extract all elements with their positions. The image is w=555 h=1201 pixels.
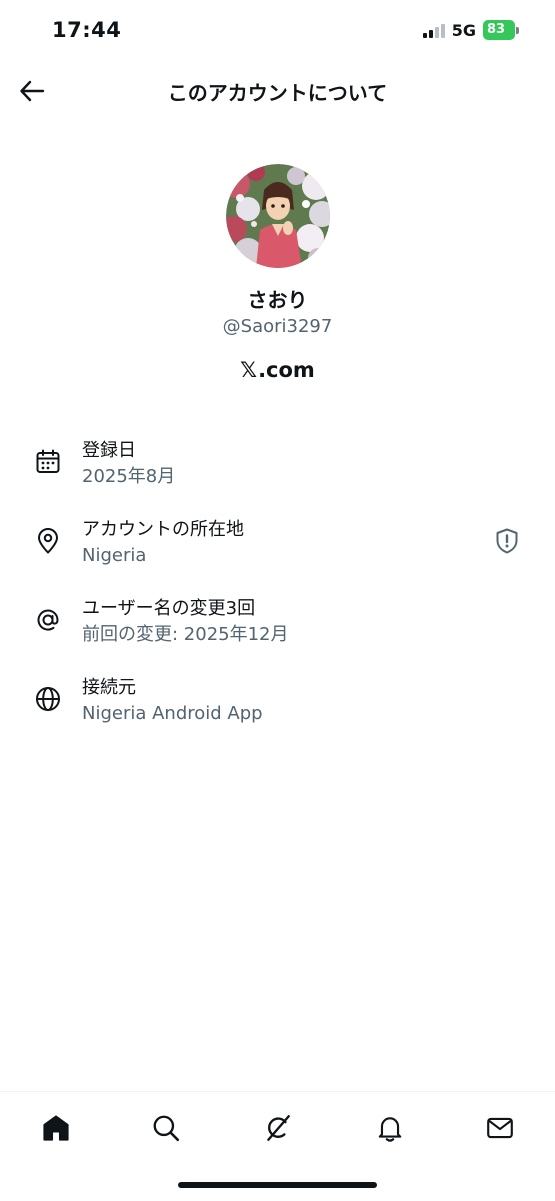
joined-value: 2025年8月 bbox=[82, 466, 176, 487]
info-row-connected-via: 接続元 Nigeria Android App bbox=[0, 673, 555, 752]
info-row-username-changes: ユーザー名の変更3回 前回の変更: 2025年12月 bbox=[0, 594, 555, 673]
home-icon bbox=[43, 1115, 69, 1141]
status-time: 17:44 bbox=[52, 18, 122, 42]
x-logo: 𝕏 bbox=[240, 358, 258, 382]
avatar[interactable] bbox=[225, 164, 330, 268]
site-label: 𝕏 .com bbox=[0, 356, 555, 384]
user-handle: @Saori3297 bbox=[222, 316, 333, 337]
battery-tip bbox=[516, 26, 519, 34]
tab-home[interactable] bbox=[38, 1110, 74, 1146]
joined-label: 登録日 bbox=[82, 440, 136, 461]
calendar-icon bbox=[36, 449, 60, 473]
shield-alert-icon[interactable] bbox=[493, 527, 521, 555]
status-indicators: 5G 83 bbox=[422, 20, 519, 40]
cellular-signal-icon bbox=[422, 22, 445, 38]
tab-notifications[interactable] bbox=[372, 1110, 408, 1146]
tab-grok[interactable] bbox=[260, 1110, 296, 1146]
tab-messages[interactable] bbox=[482, 1110, 518, 1146]
display-name: さおり bbox=[247, 288, 308, 312]
location-label: アカウントの所在地 bbox=[82, 519, 244, 540]
top-bar: このアカウントについて bbox=[0, 62, 555, 118]
connected-via-label: 接続元 bbox=[82, 677, 136, 698]
messages-icon bbox=[487, 1117, 513, 1139]
username-changes-label: ユーザー名の変更3回 bbox=[82, 598, 256, 619]
account-info-list: 登録日 2025年8月 アカウントの所在地 Nigeria ユーザー名の変更3回… bbox=[0, 436, 555, 752]
network-type: 5G bbox=[451, 20, 476, 40]
tab-search[interactable] bbox=[148, 1110, 184, 1146]
location-value: Nigeria bbox=[82, 545, 147, 566]
globe-icon bbox=[36, 687, 60, 711]
notifications-icon bbox=[378, 1117, 402, 1142]
page-title: このアカウントについて bbox=[167, 81, 388, 105]
grok-icon bbox=[267, 1115, 290, 1141]
avatar-image bbox=[225, 164, 330, 268]
home-indicator[interactable] bbox=[178, 1182, 377, 1188]
location-pin-icon bbox=[38, 528, 58, 554]
at-sign-icon bbox=[37, 609, 59, 631]
status-bar: 17:44 5G 83 bbox=[0, 0, 555, 62]
username-changes-value: 前回の変更: 2025年12月 bbox=[82, 624, 289, 645]
battery-level: 83 bbox=[483, 20, 515, 40]
connected-via-value: Nigeria Android App bbox=[82, 703, 263, 724]
site-domain: .com bbox=[258, 358, 315, 382]
profile-section: さおり @Saori3297 𝕏 .com bbox=[0, 164, 555, 384]
info-row-joined: 登録日 2025年8月 bbox=[0, 436, 555, 515]
search-icon bbox=[153, 1115, 180, 1142]
info-row-location: アカウントの所在地 Nigeria bbox=[0, 515, 555, 594]
battery-icon: 83 bbox=[483, 20, 519, 40]
